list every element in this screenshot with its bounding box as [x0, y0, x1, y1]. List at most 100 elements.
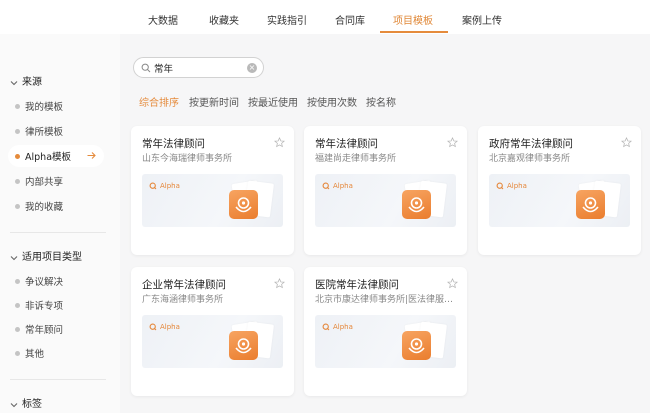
tab-favorites[interactable]: 收藏夹: [209, 15, 239, 28]
sidebar-item-label: 内部共享: [25, 177, 64, 188]
sidebar-item-label: 我的模板: [25, 102, 64, 113]
brand-mark: Alpha: [149, 323, 180, 331]
star-outline-icon[interactable]: [621, 137, 632, 148]
alpha-q-icon: [149, 182, 157, 190]
bullet-dot: [15, 103, 20, 109]
tab-practice-guide[interactable]: 实践指引: [267, 15, 307, 28]
sidebar-section-source[interactable]: 来源: [10, 76, 42, 89]
chevron-down-icon: [10, 80, 18, 85]
sidebar-section-title: 标签: [22, 399, 42, 410]
chevron-down-icon: [10, 255, 18, 260]
card-title: 常年法律顾问: [315, 138, 378, 150]
shield-icon: [582, 197, 599, 213]
sidebar-section-project-types[interactable]: 适用项目类型: [10, 251, 82, 264]
sidebar-section-title: 适用项目类型: [22, 252, 82, 263]
card-title: 政府常年法律顾问: [489, 138, 573, 150]
brand-mark: Alpha: [496, 182, 527, 190]
sidebar-item-label: 争议解决: [25, 277, 64, 288]
bullet-dot: [15, 278, 20, 284]
brand-mark: Alpha: [322, 182, 353, 190]
active-tab-indicator: [380, 31, 448, 33]
sort-comprehensive[interactable]: 综合排序: [139, 97, 179, 110]
sidebar-divider: [10, 379, 106, 380]
brand-label: Alpha: [333, 182, 353, 190]
search-input[interactable]: [154, 62, 244, 73]
tab-contract-library[interactable]: 合同库: [335, 15, 365, 28]
card-thumbnail: Alpha: [315, 315, 456, 368]
alpha-template-logo: [402, 190, 431, 219]
alpha-q-icon: [149, 323, 157, 331]
tab-project-templates[interactable]: 项目模板: [393, 15, 433, 28]
shield-icon: [408, 197, 425, 213]
sort-by-update-time[interactable]: 按更新时间: [189, 97, 239, 110]
template-card[interactable]: 常年法律顾问 福建尚走律师事务所 Alpha: [304, 126, 467, 255]
star-outline-icon[interactable]: [274, 137, 285, 148]
sidebar-item-alpha-templates[interactable]: Alpha模板: [8, 145, 104, 167]
card-title: 常年法律顾问: [142, 138, 205, 150]
sidebar-item-label: 非诉专项: [25, 301, 64, 312]
template-card[interactable]: 医院常年法律顾问 北京市康达律师事务所|医法律服务... Alpha: [304, 267, 467, 396]
template-card[interactable]: 企业常年法律顾问 广东海涵律师事务所 Alpha: [131, 267, 294, 396]
sidebar-item-my-templates[interactable]: 我的模板: [8, 95, 104, 117]
alpha-q-icon: [322, 323, 330, 331]
sidebar-item-dispute-resolution[interactable]: 争议解决: [8, 270, 104, 292]
sidebar-item-retainer[interactable]: 常年顾问: [8, 318, 104, 340]
bullet-dot: [15, 302, 20, 308]
sidebar-section-tags[interactable]: 标签: [10, 398, 42, 411]
sidebar-divider: [10, 232, 106, 233]
brand-mark: Alpha: [149, 182, 180, 190]
brand-label: Alpha: [333, 323, 353, 331]
arrow-right-icon: [87, 152, 96, 159]
card-firm: 广东海涵律师事务所: [142, 295, 224, 305]
sidebar: 来源 我的模板 律所模板 Alpha模板 内部共享 我的收藏 适用项目类型 争议…: [0, 34, 120, 413]
card-thumbnail: Alpha: [315, 174, 456, 227]
alpha-template-logo: [229, 190, 258, 219]
bullet-dot: [15, 128, 20, 134]
star-outline-icon[interactable]: [447, 137, 458, 148]
sort-by-recent-use[interactable]: 按最近使用: [248, 97, 298, 110]
clear-icon[interactable]: ×: [247, 63, 257, 73]
search-box[interactable]: ×: [133, 57, 264, 78]
card-firm: 福建尚走律师事务所: [315, 154, 397, 164]
alpha-q-icon: [496, 182, 504, 190]
bullet-dot: [15, 350, 20, 356]
card-thumbnail: Alpha: [142, 315, 283, 368]
card-firm: 北京嘉观律师事务所: [489, 154, 571, 164]
tab-big-data[interactable]: 大数据: [148, 15, 178, 28]
brand-label: Alpha: [160, 182, 180, 190]
bullet-dot: [15, 326, 20, 332]
star-outline-icon[interactable]: [447, 278, 458, 289]
sidebar-item-my-favorites[interactable]: 我的收藏: [8, 195, 104, 217]
sidebar-item-firm-templates[interactable]: 律所模板: [8, 120, 104, 142]
sidebar-item-non-litigation[interactable]: 非诉专项: [8, 294, 104, 316]
card-firm: 山东今海瑞律师事务所: [142, 154, 233, 164]
star-outline-icon[interactable]: [274, 278, 285, 289]
card-thumbnail: Alpha: [489, 174, 630, 227]
sidebar-section-title: 来源: [22, 77, 42, 88]
sidebar-item-label: Alpha模板: [25, 152, 72, 163]
chevron-down-icon: [10, 402, 18, 407]
tab-case-upload[interactable]: 案例上传: [462, 15, 502, 28]
card-title: 医院常年法律顾问: [315, 279, 399, 291]
card-thumbnail: Alpha: [142, 174, 283, 227]
bullet-dot: [15, 178, 20, 184]
card-title: 企业常年法律顾问: [142, 279, 226, 291]
sidebar-item-label: 律所模板: [25, 127, 64, 138]
search-icon: [141, 63, 151, 72]
template-card[interactable]: 常年法律顾问 山东今海瑞律师事务所 Alpha: [131, 126, 294, 255]
sidebar-item-label: 其他: [25, 349, 45, 360]
sidebar-item-label: 我的收藏: [25, 202, 64, 213]
template-card[interactable]: 政府常年法律顾问 北京嘉观律师事务所 Alpha: [478, 126, 641, 255]
shield-icon: [235, 197, 252, 213]
sidebar-item-internal-share[interactable]: 内部共享: [8, 170, 104, 192]
shield-icon: [235, 338, 252, 354]
sort-by-name[interactable]: 按名称: [366, 97, 396, 110]
alpha-template-logo: [576, 190, 605, 219]
brand-label: Alpha: [160, 323, 180, 331]
alpha-q-icon: [322, 182, 330, 190]
sort-by-use-count[interactable]: 按使用次数: [307, 97, 357, 110]
bullet-dot: [15, 203, 20, 209]
bullet-dot: [15, 153, 20, 159]
card-firm: 北京市康达律师事务所|医法律服务...: [315, 295, 460, 305]
sidebar-item-other[interactable]: 其他: [8, 342, 104, 364]
